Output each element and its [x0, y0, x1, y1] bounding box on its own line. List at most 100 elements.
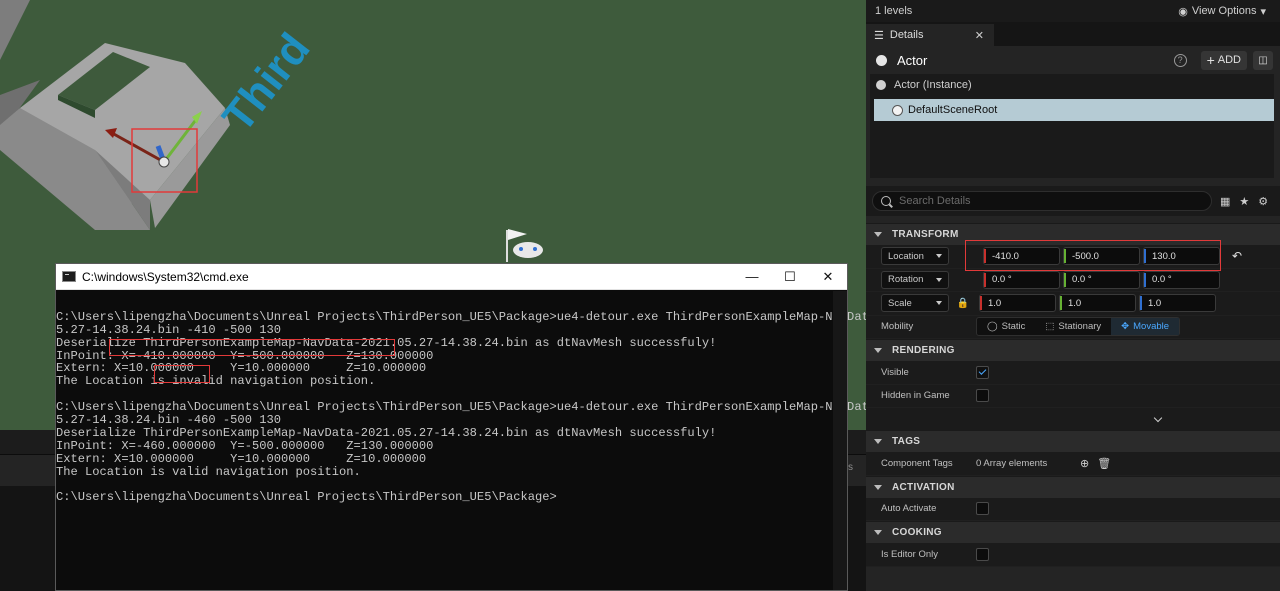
help-icon[interactable]: ?: [1173, 53, 1187, 67]
component-tags-row: Component Tags 0 Array elements ⊕ 🗑: [866, 452, 1280, 476]
chevron-down-icon: [874, 348, 882, 353]
console-line: 5.27-14.38.24.bin -410 -500 130: [56, 322, 281, 337]
component-tags-value: 0 Array elements: [976, 457, 1048, 469]
chevron-down-icon: [874, 439, 882, 444]
blueprint-icon: ◫: [1258, 54, 1268, 66]
rotation-row: Rotation 0.0 ° 0.0 ° 0.0 °: [866, 268, 1280, 292]
location-y-input[interactable]: -500.0: [1063, 247, 1140, 266]
visible-row: Visible: [866, 361, 1280, 385]
section-cooking[interactable]: COOKING: [866, 521, 1280, 543]
mobility-movable[interactable]: ✥ Movable: [1111, 318, 1180, 336]
scale-label: Scale: [888, 297, 912, 309]
console-line: The Location is invalid navigation posit…: [56, 374, 376, 389]
section-transform[interactable]: TRANSFORM: [866, 223, 1280, 245]
hidden-in-game-checkbox[interactable]: [976, 389, 989, 403]
console-app-icon: [62, 271, 76, 282]
advanced-expand-button[interactable]: [866, 408, 1280, 430]
rotation-y-input[interactable]: 0.0 °: [1063, 270, 1140, 289]
component-tree: Actor (Instance) DefaultSceneRoot: [870, 74, 1274, 178]
console-line: The Location is valid navigation positio…: [56, 464, 361, 479]
section-transform-label: TRANSFORM: [892, 229, 959, 240]
mobility-row: Mobility ◯ Static ⬚ Stationary ✥ Movable: [866, 315, 1280, 339]
maximize-icon[interactable]: ☐: [771, 264, 809, 290]
section-tags[interactable]: TAGS: [866, 430, 1280, 452]
add-component-button[interactable]: + ADD: [1200, 50, 1247, 70]
blueprint-button[interactable]: ◫: [1253, 50, 1273, 70]
search-icon: [881, 196, 891, 206]
console-line: Deserialize ThirdPersonExampleMap-NavDat…: [56, 425, 717, 440]
auto-activate-row: Auto Activate: [866, 497, 1280, 521]
table-view-icon[interactable]: ▦: [1220, 195, 1230, 208]
close-icon[interactable]: ✕: [809, 264, 847, 290]
section-tags-label: TAGS: [892, 436, 921, 447]
scale-z-input[interactable]: 1.0: [1139, 294, 1216, 313]
search-placeholder: Search Details: [899, 195, 971, 207]
gear-icon[interactable]: ⚙: [1258, 195, 1268, 208]
levels-count: 1 levels: [875, 5, 913, 17]
location-row: Location -410.0 -500.0 130.0 ↶: [866, 245, 1280, 269]
tab-details-label: Details: [889, 29, 924, 41]
scene-root-icon: [892, 104, 903, 116]
details-body: Actor ? + ADD ◫ Actor (Instance) Default…: [866, 46, 1280, 591]
movable-icon: ✥: [1121, 321, 1130, 333]
auto-activate-label: Auto Activate: [881, 503, 937, 515]
console-line: 5.27-14.38.24.bin -460 -500 130: [56, 413, 281, 428]
console-line: Deserialize ThirdPersonExampleMap-NavDat…: [56, 335, 717, 350]
actor-instance-icon: [876, 80, 886, 90]
chevron-down-icon: [874, 484, 882, 490]
location-dropdown[interactable]: Location: [881, 247, 949, 266]
details-panel: 1 levels ◉ View Options ▾ ☰ Details ✕ Ac…: [866, 0, 1280, 591]
tab-details[interactable]: ☰ Details ✕: [866, 24, 994, 46]
is-editor-only-row: Is Editor Only: [866, 543, 1280, 567]
cmd-title: C:\windows\System32\cmd.exe: [82, 269, 249, 284]
star-icon[interactable]: ★: [1239, 195, 1249, 208]
location-x-input[interactable]: -410.0: [983, 247, 1060, 266]
minimize-icon[interactable]: —: [733, 264, 771, 290]
section-activation[interactable]: ACTIVATION: [866, 475, 1280, 498]
eye-icon: ◉: [1178, 5, 1188, 18]
mobility-label: Mobility: [881, 321, 914, 333]
close-tab-icon[interactable]: ✕: [975, 29, 984, 42]
search-input[interactable]: Search Details: [872, 191, 1212, 211]
chevron-down-icon: [936, 254, 942, 259]
tree-item-default-scene-root[interactable]: DefaultSceneRoot: [874, 99, 1274, 121]
cmd-window[interactable]: C:\windows\System32\cmd.exe — ☐ ✕ C:\Use…: [55, 263, 927, 591]
chevron-down-icon: [936, 301, 942, 306]
rotation-vector: 0.0 ° 0.0 ° 0.0 °: [983, 270, 1220, 289]
mobility-stationary[interactable]: ⬚ Stationary: [1035, 318, 1111, 335]
mobility-selector[interactable]: ◯ Static ⬚ Stationary ✥ Movable: [976, 317, 1181, 337]
tree-item-root-label: DefaultSceneRoot: [908, 104, 998, 116]
reset-arrow-icon[interactable]: ↶: [1232, 249, 1242, 263]
mobility-static[interactable]: ◯ Static: [977, 318, 1035, 335]
location-z-input[interactable]: 130.0: [1143, 247, 1220, 266]
section-activation-label: ACTIVATION: [892, 481, 955, 493]
scale-x-input[interactable]: 1.0: [979, 294, 1056, 313]
view-options-button[interactable]: ◉ View Options ▾: [1178, 5, 1266, 18]
section-cooking-label: COOKING: [892, 527, 942, 538]
scale-row: Scale 🔒 1.0 1.0 1.0: [866, 292, 1280, 316]
add-label: ADD: [1217, 54, 1241, 66]
console-output[interactable]: C:\Users\lipengzha\Documents\Unreal Proj…: [56, 298, 927, 590]
chevron-down-icon: [936, 277, 942, 282]
scale-y-input[interactable]: 1.0: [1059, 294, 1136, 313]
lock-icon[interactable]: 🔒: [955, 298, 971, 309]
is-editor-only-checkbox[interactable]: [976, 547, 989, 561]
location-label: Location: [888, 250, 924, 262]
cmd-titlebar[interactable]: C:\windows\System32\cmd.exe — ☐ ✕: [56, 264, 847, 290]
stationary-icon: ⬚: [1045, 321, 1055, 333]
actor-title: Actor: [897, 52, 928, 68]
auto-activate-checkbox[interactable]: [976, 502, 989, 516]
rotation-x-input[interactable]: 0.0 °: [983, 270, 1060, 289]
scale-dropdown[interactable]: Scale: [881, 294, 949, 313]
trash-icon[interactable]: 🗑: [1097, 457, 1111, 470]
actor-icon: [876, 54, 887, 66]
rotation-z-input[interactable]: 0.0 °: [1143, 270, 1220, 289]
rotation-dropdown[interactable]: Rotation: [881, 270, 949, 289]
visible-checkbox[interactable]: [976, 365, 989, 379]
tree-item-instance[interactable]: Actor (Instance): [870, 74, 1274, 96]
console-scrollbar[interactable]: [833, 291, 847, 590]
add-element-icon[interactable]: ⊕: [1080, 457, 1089, 470]
section-rendering[interactable]: RENDERING: [866, 339, 1280, 361]
visible-label: Visible: [881, 366, 909, 378]
